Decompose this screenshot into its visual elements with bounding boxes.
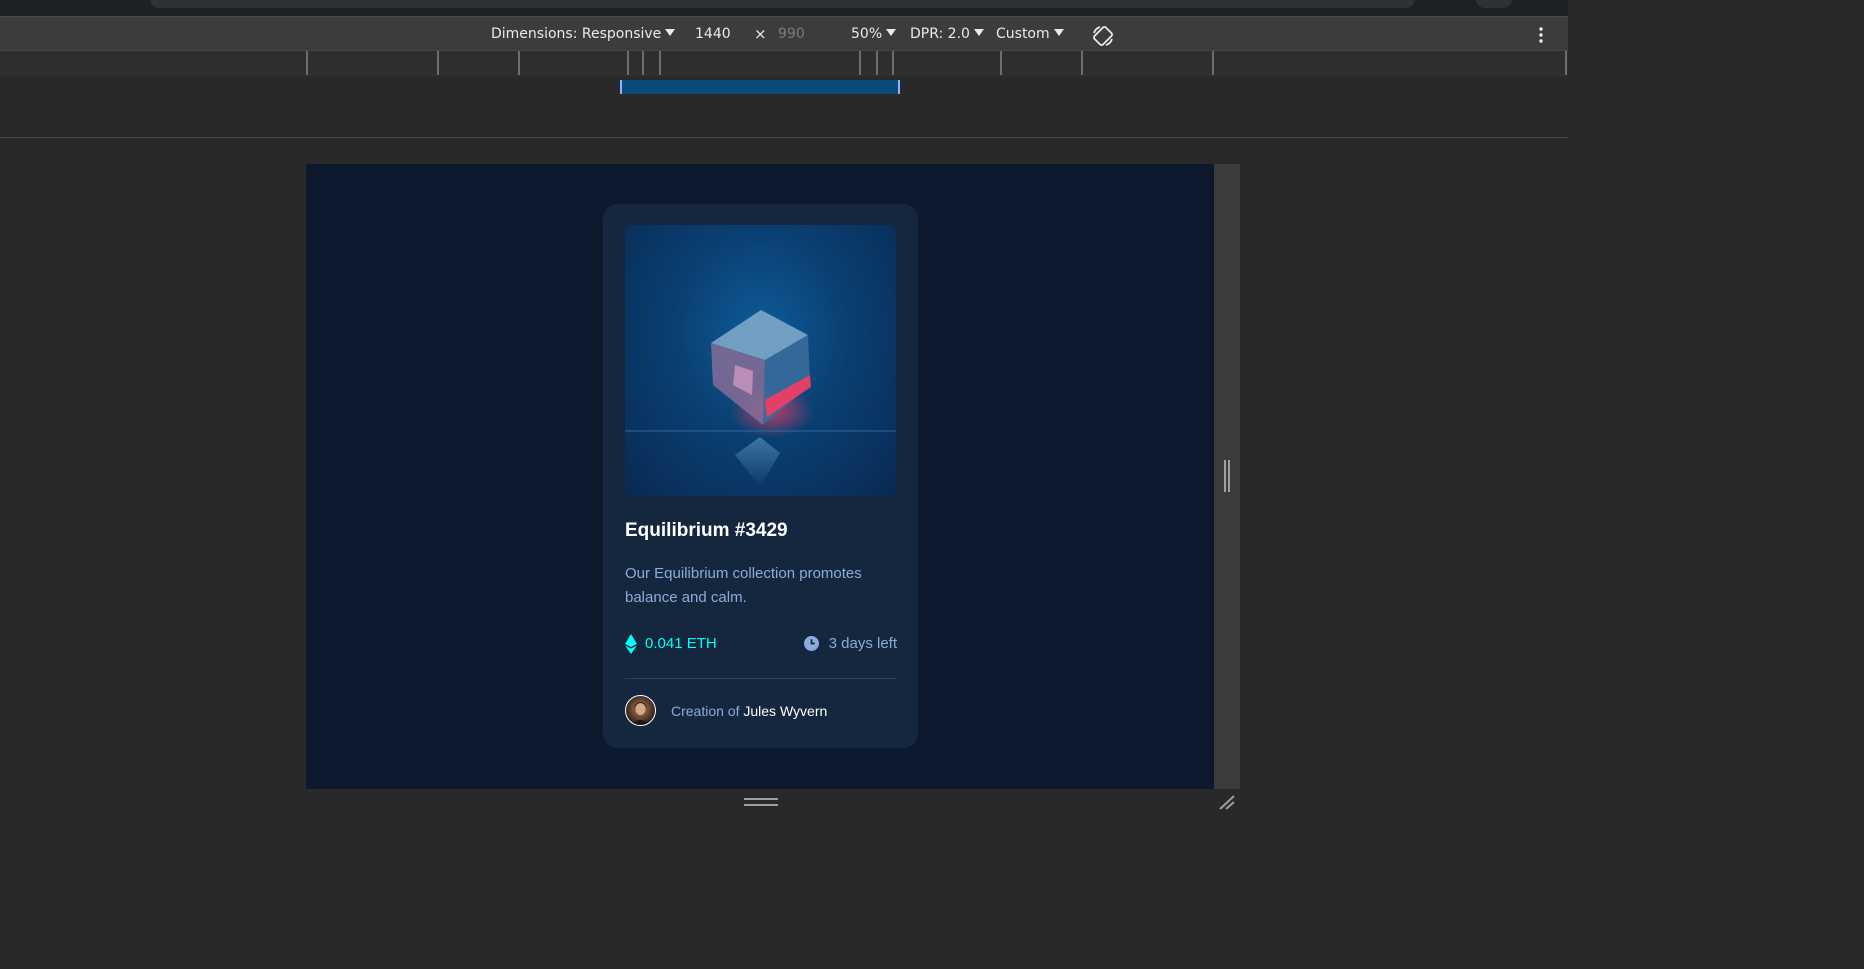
equilibrium-image[interactable]: [625, 225, 896, 496]
throttle-label: Custom: [996, 26, 1050, 42]
card-title[interactable]: Equilibrium #3429: [625, 520, 788, 542]
ruler-tick: [518, 51, 520, 75]
zoom-dropdown[interactable]: 50%: [851, 26, 897, 42]
device-toolbar: Dimensions: Responsive 1440 × 990 50% DP…: [0, 16, 1568, 51]
chevron-down-icon: [665, 29, 676, 36]
clock-icon: [804, 636, 819, 651]
profile-button[interactable]: [1476, 0, 1512, 8]
dpr-label: DPR: 2.0: [910, 26, 970, 42]
creator-avatar: [625, 695, 656, 726]
avatar-portrait: [631, 702, 650, 725]
ruler-tick: [642, 51, 644, 75]
chevron-down-icon: [886, 29, 897, 36]
creator-prefix: Creation of: [671, 703, 740, 719]
creator-name[interactable]: Jules Wyvern: [743, 703, 827, 719]
zoom-label: 50%: [851, 26, 883, 42]
viewport-right-resize-handle[interactable]: [1214, 164, 1240, 789]
height-input[interactable]: 990: [778, 26, 805, 42]
dimensions-dropdown[interactable]: Dimensions: Responsive: [491, 26, 676, 42]
time-left: 3 days left: [828, 635, 897, 652]
address-bar[interactable]: [150, 0, 1415, 8]
ruler-tick: [1212, 51, 1214, 75]
viewport-bottom-resize-handle[interactable]: [744, 798, 778, 806]
kebab-icon[interactable]: [1533, 26, 1549, 44]
width-indicator-area: [0, 76, 1568, 138]
crystal-cube-image: [625, 310, 896, 487]
viewport-width-indicator: [620, 80, 900, 94]
ethereum-icon: [625, 634, 637, 654]
chevron-down-icon: [1053, 29, 1064, 36]
ruler-tick: [306, 51, 308, 75]
time-info: 3 days left: [803, 634, 897, 654]
ruler-tick: [659, 51, 661, 75]
browser-top-strip: [0, 0, 1568, 16]
ruler-tick: [876, 51, 878, 75]
width-input[interactable]: 1440: [695, 26, 731, 42]
ruler-tick: [627, 51, 629, 75]
price-value: 0.041 ETH: [645, 635, 717, 652]
chevron-down-icon: [973, 29, 984, 36]
ruler-tick: [859, 51, 861, 75]
creator-text: Creation of Jules Wyvern: [671, 703, 827, 719]
ruler-tick: [1000, 51, 1002, 75]
card-description: Our Equilibrium collection promotes bala…: [625, 565, 862, 606]
ruler-tick: [1565, 51, 1567, 75]
ruler-tick: [437, 51, 439, 75]
dimensions-label: Dimensions: Responsive: [491, 26, 662, 42]
ruler-tick: [1081, 51, 1083, 75]
media-query-ruler[interactable]: [0, 50, 1568, 77]
throttle-dropdown[interactable]: Custom: [996, 26, 1064, 42]
nft-card: Equilibrium #3429 Our Equilibrium collec…: [603, 204, 918, 748]
rotate-icon[interactable]: [1091, 24, 1115, 48]
card-divider: [625, 678, 896, 679]
ruler-tick: [892, 51, 894, 75]
times-separator: ×: [754, 25, 767, 43]
dpr-dropdown[interactable]: DPR: 2.0: [910, 26, 984, 42]
resize-grip-icon: [1224, 460, 1230, 492]
corner-resize-icon[interactable]: [1218, 794, 1236, 810]
